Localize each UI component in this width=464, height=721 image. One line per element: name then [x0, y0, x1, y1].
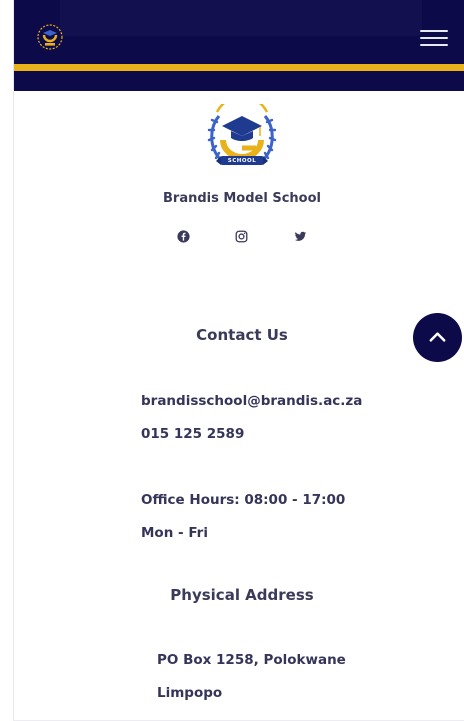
- office-hours: Office Hours: 08:00 - 17:00: [141, 492, 346, 508]
- page-left-border: [13, 0, 14, 721]
- social-links: [0, 229, 464, 245]
- navbar-gold-stripe: [14, 64, 464, 71]
- hamburger-menu-icon[interactable]: [420, 28, 448, 48]
- office-days: Mon - Fri: [141, 525, 208, 541]
- navbar: [14, 0, 464, 91]
- contact-phone-link[interactable]: 015 125 2589: [141, 426, 244, 442]
- navbar-top-band: [60, 0, 422, 36]
- logo-banner-text: SCHOOL: [227, 158, 257, 164]
- address-section-title: Physical Address: [170, 586, 314, 604]
- facebook-icon[interactable]: [175, 229, 191, 245]
- twitter-icon[interactable]: [292, 229, 308, 245]
- school-crest-icon[interactable]: [35, 22, 65, 52]
- contact-email-link[interactable]: brandisschool@brandis.ac.za: [141, 393, 362, 409]
- address-line-2: Limpopo: [157, 685, 223, 701]
- scroll-to-top-button[interactable]: [413, 313, 462, 362]
- chevron-up-icon: [429, 332, 446, 342]
- page: SCHOOL Brandis Model School Contact Us b…: [0, 0, 464, 721]
- address-line-1: PO Box 1258, Polokwane: [157, 652, 346, 668]
- school-name: Brandis Model School: [163, 191, 321, 206]
- contact-section-title: Contact Us: [196, 326, 288, 344]
- school-logo: SCHOOL: [205, 95, 279, 174]
- instagram-icon[interactable]: [233, 229, 249, 245]
